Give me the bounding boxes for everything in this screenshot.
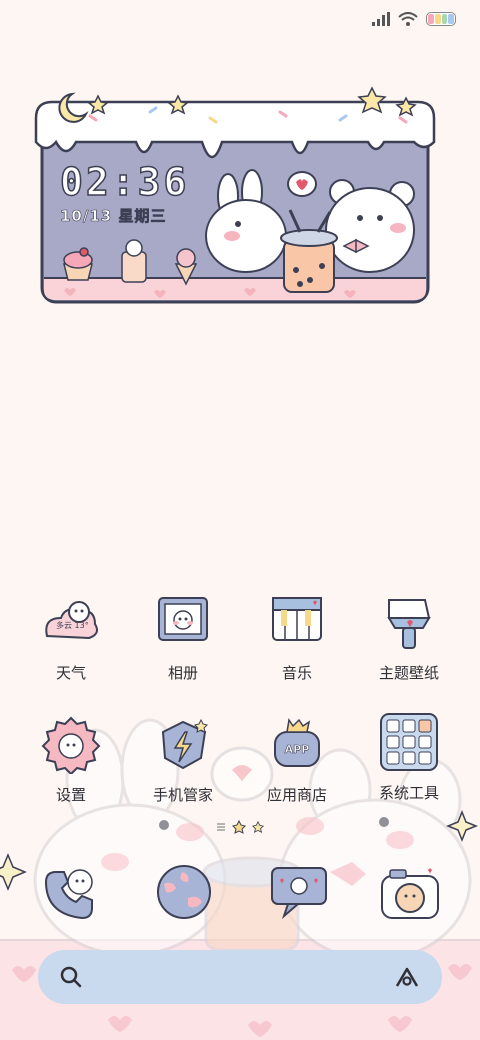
assistant-icon[interactable] [394, 966, 420, 988]
app-weather[interactable]: 多云 13° 天气 [16, 592, 126, 683]
search-icon[interactable] [60, 966, 82, 988]
app-store-badge-text: APP [284, 743, 310, 757]
app-label-settings: 设置 [55, 786, 86, 804]
weather-widget-text: 多云 13° [56, 621, 89, 630]
dock-camera[interactable] [378, 862, 442, 926]
app-store[interactable]: APP 应用商店 [242, 714, 352, 805]
app-label-store: 应用商店 [266, 786, 327, 804]
messages-icon [271, 867, 327, 920]
clock-date: 10/13 星期三 [60, 207, 167, 226]
clock-widget[interactable]: 02:36 10/13 星期三 [0, 0, 480, 320]
security-icon [161, 718, 208, 770]
app-settings[interactable]: 设置 [16, 714, 126, 805]
app-security[interactable]: 手机管家 [128, 714, 238, 805]
app-label-security: 手机管家 [152, 786, 213, 804]
page-dot-icon [252, 821, 264, 833]
app-label-weather: 天气 [55, 664, 86, 682]
dock-messages[interactable] [268, 860, 332, 924]
theme-icon [387, 599, 431, 649]
music-icon [272, 597, 322, 641]
dock-phone[interactable] [38, 858, 102, 922]
app-label-music: 音乐 [281, 664, 312, 682]
page-indicator[interactable] [216, 820, 264, 834]
app-gallery[interactable]: 相册 [128, 592, 238, 683]
search-bar[interactable] [38, 950, 442, 1004]
page-list-icon [217, 823, 225, 831]
gallery-icon [158, 597, 208, 641]
app-tools-folder[interactable]: 系统工具 [354, 712, 464, 803]
browser-icon [157, 865, 211, 919]
tools-folder-icon [380, 713, 438, 771]
phone-icon [44, 869, 93, 920]
app-music[interactable]: 音乐 [242, 592, 352, 683]
app-label-gallery: 相册 [167, 664, 198, 682]
camera-icon [381, 868, 439, 919]
clock-time: 02:36 [59, 159, 190, 205]
settings-icon [41, 716, 101, 774]
app-theme[interactable]: 主题壁纸 [354, 592, 464, 683]
page-dot-active-icon [232, 820, 246, 834]
dock-browser[interactable] [152, 860, 216, 924]
app-label-tools: 系统工具 [378, 784, 439, 802]
app-label-theme: 主题壁纸 [378, 664, 439, 682]
